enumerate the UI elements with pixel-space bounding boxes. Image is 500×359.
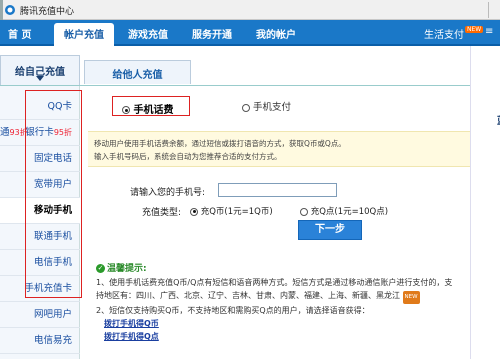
sidebar-item-telecom-easy[interactable]: 电信易充	[0, 328, 80, 354]
tips-line: 1、使用手机话费充值Q币/Q点有短信和语音两种方式。短信方式是通过移动通信账户进…	[96, 278, 453, 287]
highlight-box	[25, 90, 82, 298]
nav-my-account[interactable]: 我的帐户	[256, 26, 296, 41]
tips-title: 温馨提示:	[107, 264, 147, 274]
tab-others-recharge[interactable]: 给他人充值	[84, 60, 191, 84]
main-nav: 首 页 帐户充值 游戏充值 服务开通 我的帐户 生活支付NEW ≡	[0, 20, 500, 46]
tab-self-recharge[interactable]: 给自己充值	[0, 55, 80, 86]
qq-favicon-icon	[5, 5, 15, 15]
tips-line: 2、短信仅支持购买Q币，不支持地区和需购买Q点的用户，请选择语音获得：	[96, 306, 370, 315]
nav-game-recharge[interactable]: 游戏充值	[128, 26, 168, 41]
tip-icon: ✓	[96, 264, 105, 273]
nav-life-pay-label: 生活支付	[424, 30, 464, 41]
nav-home[interactable]: 首 页	[8, 26, 31, 41]
type-q-point-label: 充Q点(1元=10Q点)	[310, 207, 389, 217]
info-line: 输入手机号码后，系统会自动为您推荐合适的支付方式。	[94, 152, 282, 161]
option-phone-pay-label: 手机支付	[253, 102, 292, 113]
sidebar-prefix-text: 通	[0, 127, 10, 138]
option-phone-fee-label: 手机话费	[133, 105, 174, 116]
type-q-coin-label: 充Q币(1元=1Q币)	[200, 207, 273, 217]
nav-life-pay[interactable]: 生活支付NEW	[424, 26, 484, 41]
radio-selected-icon[interactable]	[122, 106, 130, 114]
caret-down-icon	[36, 76, 44, 81]
option-phone-pay[interactable]: 手机支付	[242, 99, 291, 113]
phone-number-input[interactable]	[218, 183, 337, 197]
tips-line: 持地区有：四川、广西、北京、辽宁、吉林、甘肃、内蒙、福建、上海、新疆、黑龙江 N…	[96, 289, 470, 304]
info-box: 移动用户使用手机话费余额，通过短信或拨打语音的方式，获取Q币或Q点。 输入手机号…	[88, 131, 470, 167]
nav-account-recharge[interactable]: 帐户充值	[54, 23, 114, 46]
sidebar-item-label: 电信易充	[33, 335, 72, 346]
nav-more[interactable]: ≡	[485, 26, 493, 37]
right-column: 蓝	[470, 46, 500, 359]
link-call-q-coin[interactable]: 拨打手机得Q币	[104, 317, 470, 330]
tips-header: ✓ 温馨提示:	[96, 262, 470, 276]
window-titlebar: 腾讯充值中心	[0, 0, 500, 20]
sidebar-item-label: 网吧用户	[33, 309, 72, 320]
next-step-button[interactable]: 下一步	[298, 220, 362, 240]
titlebar-edge	[0, 0, 3, 20]
sidebar-item-prefix: 通93折	[0, 120, 28, 146]
window-title: 腾讯充值中心	[20, 7, 75, 17]
recharge-type-label: 充值类型:	[142, 208, 182, 218]
type-q-coin[interactable]: 充Q币(1元=1Q币)	[190, 205, 273, 217]
link-call-q-point[interactable]: 拨打手机得Q点	[104, 330, 470, 343]
phone-label: 请输入您的手机号:	[130, 188, 206, 198]
radio-selected-icon[interactable]	[190, 207, 198, 216]
info-line: 移动用户使用手机话费余额，通过短信或拨打语音的方式，获取Q币或Q点。	[94, 139, 346, 148]
tips-section: ✓ 温馨提示: 1、使用手机话费充值Q币/Q点有短信和语音两种方式。短信方式是通过…	[96, 262, 470, 343]
type-q-point[interactable]: 充Q点(1元=10Q点)	[300, 205, 388, 217]
new-badge: NEW	[402, 291, 420, 304]
new-badge: NEW	[465, 26, 484, 33]
sidebar-item-netbar[interactable]: 网吧用户	[0, 302, 80, 328]
option-phone-fee[interactable]: 手机话费	[112, 96, 190, 116]
tips-line-text: 持地区有：四川、广西、北京、辽宁、吉林、甘肃、内蒙、福建、上海、新疆、黑龙江	[96, 291, 400, 300]
radio-icon[interactable]	[242, 103, 250, 112]
window-tab-edge[interactable]	[488, 2, 500, 18]
nav-service-open[interactable]: 服务开通	[192, 26, 232, 41]
radio-icon[interactable]	[300, 207, 308, 216]
